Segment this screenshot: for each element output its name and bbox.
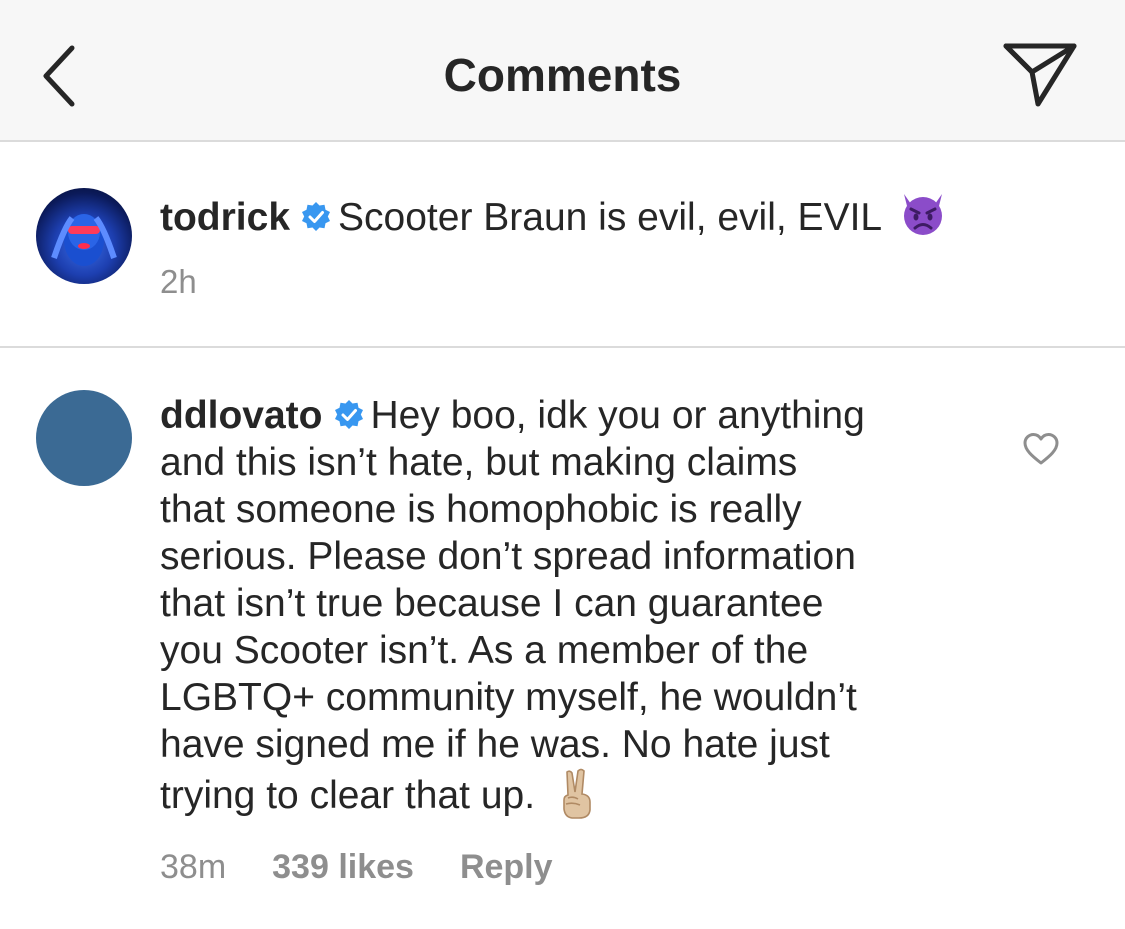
- username[interactable]: todrick: [160, 196, 290, 239]
- comment-line: have signed me if he was. No hate just: [160, 723, 830, 766]
- caption-message: Scooter Braun is evil, evil, EVIL: [338, 196, 883, 239]
- avatar[interactable]: [36, 390, 132, 486]
- verified-badge-icon: [333, 395, 365, 429]
- comment-line: Hey boo, idk you or anything: [370, 394, 865, 437]
- angry-devil-emoji: [898, 188, 948, 249]
- comment-line: serious. Please don’t spread information: [160, 535, 856, 578]
- paper-plane-icon: [1003, 43, 1077, 107]
- likes-count[interactable]: 339 likes: [272, 848, 414, 886]
- comment-line: you Scooter isn’t. As a member of the: [160, 629, 809, 672]
- avatar-portrait-image: [51, 214, 117, 266]
- comment-timestamp: 38m: [160, 848, 227, 886]
- caption-text: todrick Scooter Braun is evil, evil, EVIL: [160, 188, 948, 249]
- page-title: Comments: [443, 49, 682, 101]
- verified-badge-icon: [300, 197, 332, 231]
- send-button[interactable]: [1000, 38, 1080, 113]
- comment-line: LGBTQ+ community myself, he wouldn’t: [160, 676, 857, 719]
- avatar[interactable]: [36, 188, 132, 284]
- reply-comment: ddlovato Hey boo, idk you or anything and…: [0, 348, 1125, 929]
- comment-line: that someone is homophobic is really: [160, 488, 802, 531]
- comment-line: trying to clear that up.: [160, 774, 536, 817]
- reply-last-line: trying to clear that up.: [160, 768, 865, 831]
- heart-outline-icon: [1023, 433, 1059, 465]
- reply-text: ddlovato Hey boo, idk you or anything and…: [160, 392, 865, 831]
- username[interactable]: ddlovato: [160, 394, 323, 437]
- reply-button[interactable]: Reply: [460, 848, 553, 886]
- comment-timestamp: 2h: [160, 263, 197, 300]
- header-bar: Comments: [0, 0, 1125, 142]
- victory-hand-emoji: [557, 768, 597, 831]
- reply-line-1: ddlovato Hey boo, idk you or anything: [160, 392, 865, 439]
- comment-line: that isn’t true because I can guarantee: [160, 582, 824, 625]
- comment-meta: 38m 339 likes Reply: [160, 848, 599, 887]
- like-button[interactable]: [1022, 432, 1060, 466]
- caption-comment: todrick Scooter Braun is evil, evil, EVIL…: [0, 144, 1125, 348]
- comment-line: and this isn’t hate, but making claims: [160, 441, 798, 484]
